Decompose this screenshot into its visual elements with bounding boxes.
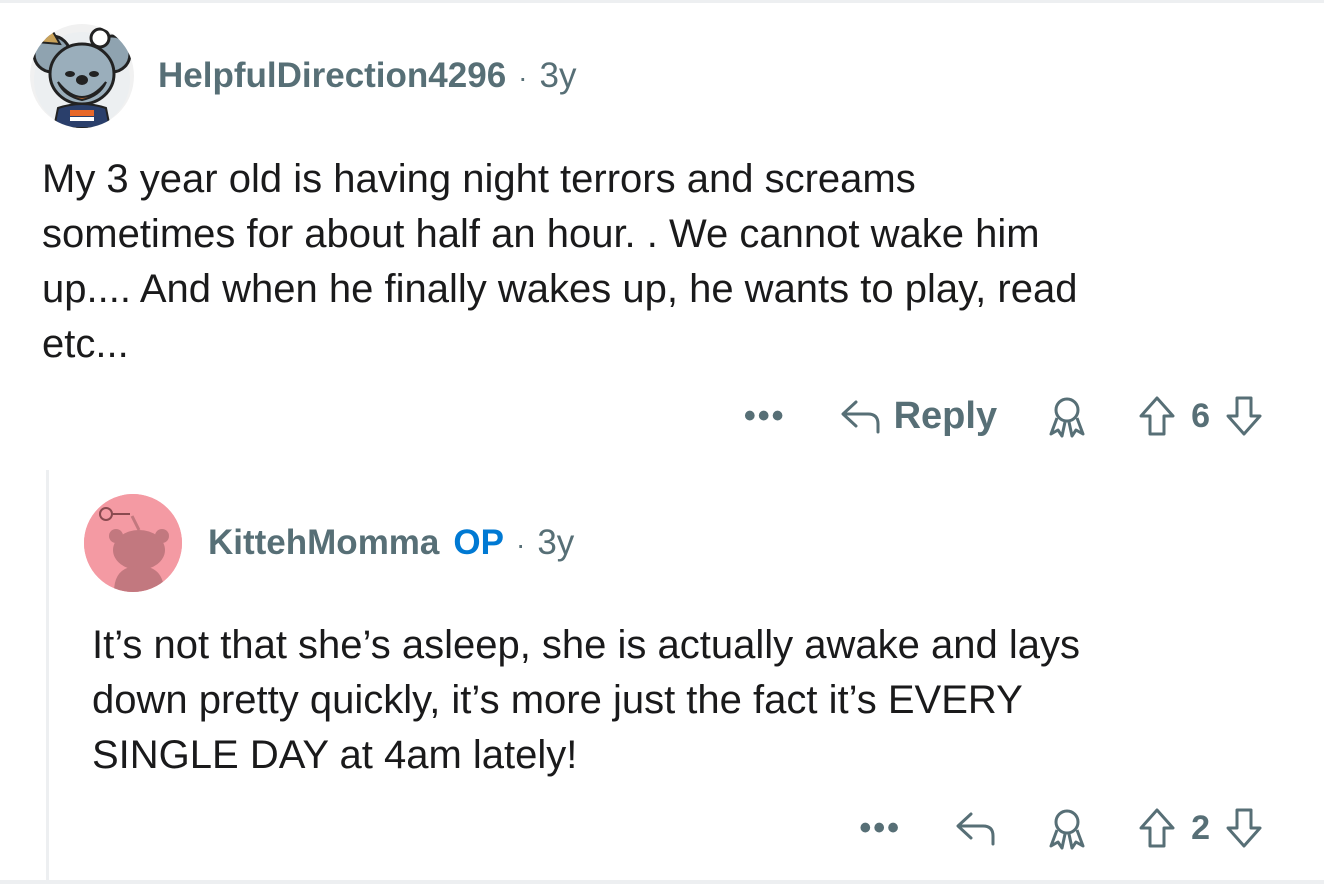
upvote-button[interactable] <box>1137 394 1177 438</box>
snoo-avatar-icon <box>84 494 182 592</box>
reply-label: Reply <box>893 394 998 437</box>
more-options-button[interactable]: ••• <box>744 397 786 436</box>
downvote-arrow-icon <box>1226 808 1262 848</box>
user-avatar[interactable] <box>30 24 134 128</box>
more-options-button[interactable]: ••• <box>859 809 901 848</box>
comment-author[interactable]: KittehMomma <box>208 523 439 563</box>
comment-age: 3y <box>537 523 575 562</box>
vote-score: 2 <box>1191 808 1210 847</box>
bottom-divider <box>0 880 1324 884</box>
reply-icon <box>956 812 995 846</box>
op-badge: OP <box>453 523 504 562</box>
award-button[interactable] <box>1043 804 1091 852</box>
comment-meta: KittehMomma OP · 3y <box>208 523 574 563</box>
comment: HelpfulDirection4296 · 3y My 3 year old … <box>0 0 1324 460</box>
comment-author[interactable]: HelpfulDirection4296 <box>158 56 506 96</box>
upvote-arrow-icon <box>1139 396 1175 436</box>
downvote-button[interactable] <box>1224 394 1264 438</box>
reply-icon <box>841 400 880 434</box>
comment-body: My 3 year old is having night terrors an… <box>42 157 1078 366</box>
downvote-button[interactable] <box>1224 806 1264 850</box>
comment-age: 3y <box>539 56 577 95</box>
comment-meta: HelpfulDirection4296 · 3y <box>158 56 576 96</box>
comment-actions: ••• Reply 6 <box>744 388 1264 444</box>
upvote-arrow-icon <box>1139 808 1175 848</box>
comment-body: It’s not that she’s asleep, she is actua… <box>92 623 1080 777</box>
meta-separator: · <box>515 529 526 560</box>
downvote-arrow-icon <box>1226 396 1262 436</box>
award-icon <box>1049 809 1085 850</box>
user-avatar[interactable] <box>84 494 182 592</box>
reply-button[interactable]: Reply <box>838 395 997 438</box>
vote-score: 6 <box>1191 396 1210 435</box>
award-icon <box>1049 397 1085 438</box>
award-button[interactable] <box>1043 392 1091 440</box>
upvote-button[interactable] <box>1137 806 1177 850</box>
koala-avatar-icon <box>32 27 132 128</box>
meta-separator: · <box>518 62 528 93</box>
reply-button[interactable] <box>953 808 997 848</box>
comment-actions: ••• 2 <box>859 800 1264 856</box>
